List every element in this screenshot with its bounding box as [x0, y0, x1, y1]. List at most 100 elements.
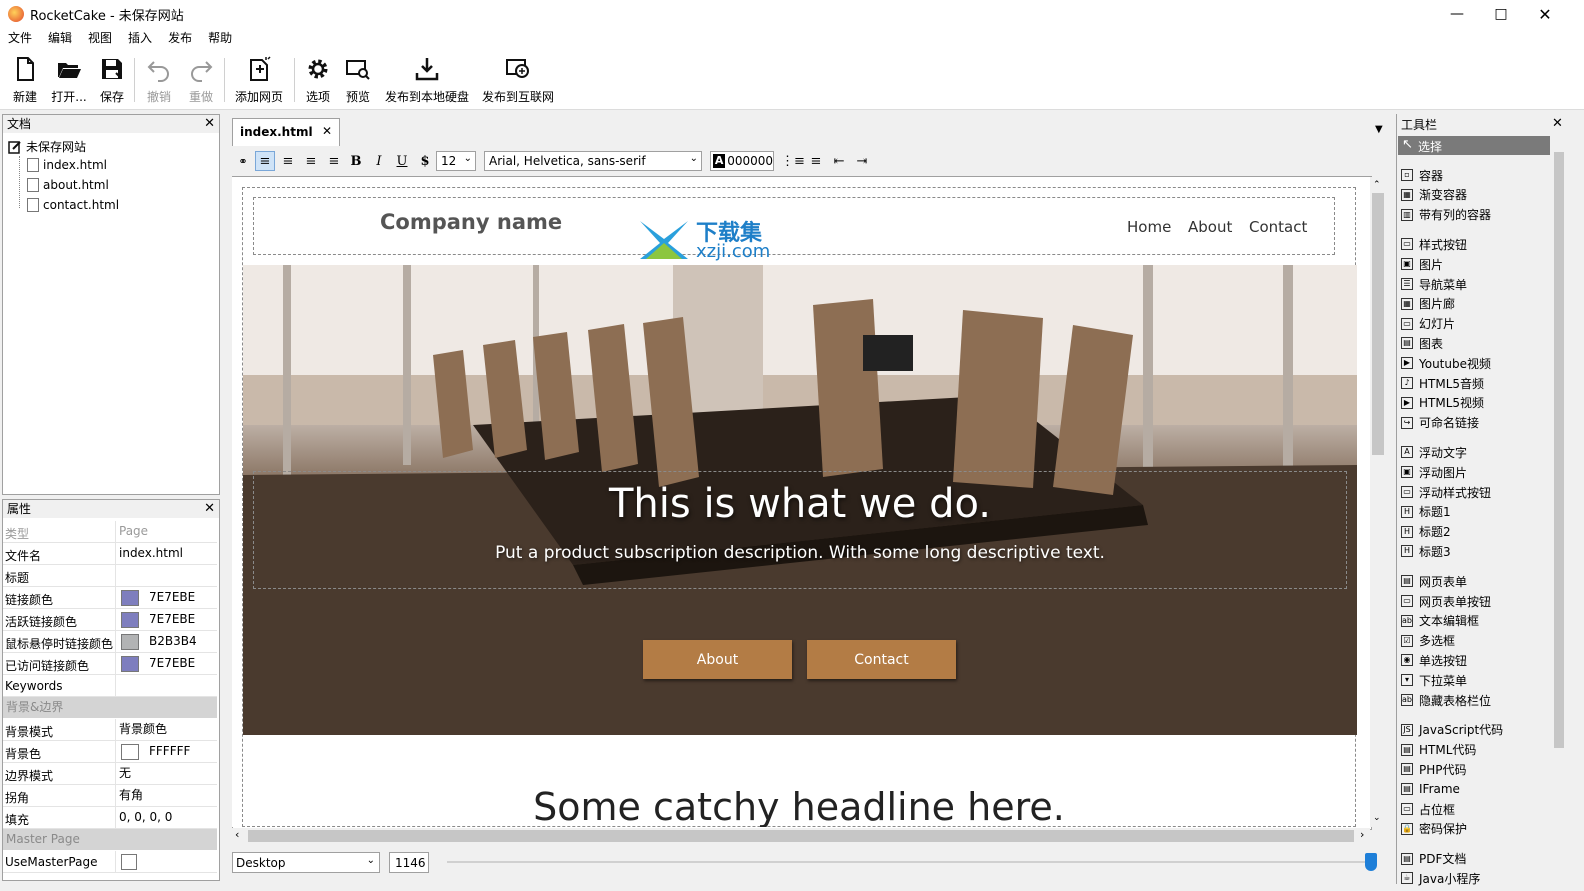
scroll-down-icon[interactable]: ⌄ [1373, 813, 1381, 823]
bullet-list-icon[interactable]: ⋮≡ [781, 151, 805, 171]
scroll-left-icon[interactable]: ‹ [235, 828, 239, 841]
close-icon[interactable]: ✕ [1522, 0, 1568, 28]
property-row[interactable]: 类型 Page [3, 521, 217, 543]
company-name[interactable]: Company name [380, 210, 562, 234]
horizontal-scrollbar[interactable]: ‹ › [232, 828, 1370, 844]
property-row[interactable]: 活跃链接颜色 7E7EBE [3, 609, 217, 631]
hero-section[interactable]: This is what we do. Put a product subscr… [243, 265, 1357, 735]
property-row[interactable]: 背景色 FFFFFF [3, 741, 217, 763]
property-value[interactable]: 0, 0, 0, 0 [115, 807, 217, 828]
scroll-right-icon[interactable]: › [1360, 828, 1364, 841]
add-page-button[interactable]: 添加网页 [234, 54, 284, 106]
menu-view[interactable]: 视图 [80, 28, 120, 48]
scroll-up-icon[interactable]: ⌃ [1373, 180, 1381, 190]
close-icon[interactable]: ✕ [204, 115, 215, 133]
property-row[interactable]: 填充 0, 0, 0, 0 [3, 807, 217, 829]
width-slider-thumb[interactable] [1365, 853, 1377, 871]
font-family-select[interactable]: Arial, Helvetica, sans-serif ⌄ [484, 151, 702, 171]
toolbox-item[interactable]: ▤ IFrame [1401, 780, 1460, 798]
width-field[interactable]: 1146 [389, 852, 429, 873]
toolbox-item[interactable]: ▾ 下拉菜单 [1401, 671, 1467, 689]
underline-icon[interactable]: U [392, 151, 412, 171]
toolbox-item[interactable]: ▦ 图片廊 [1401, 295, 1455, 313]
hero-subtitle[interactable]: Put a product subscription description. … [243, 543, 1357, 563]
close-icon[interactable]: ✕ [204, 500, 215, 518]
font-size-select[interactable]: 12 ⌄ [436, 151, 476, 171]
toolbox-item[interactable]: ▭ 网页表单按钮 [1401, 592, 1491, 610]
tree-file-about[interactable]: about.html [27, 178, 109, 192]
bold-icon[interactable]: B [346, 151, 366, 171]
align-left-icon[interactable]: ≡ [255, 151, 275, 171]
property-value[interactable] [115, 675, 217, 696]
toolbox-item[interactable]: ▣ 图片 [1401, 255, 1443, 273]
toolbox-item[interactable]: ▣ 浮动图片 [1401, 463, 1467, 481]
color-swatch[interactable] [121, 589, 139, 606]
checkbox-icon[interactable] [121, 853, 137, 870]
redo-button[interactable]: 重做 [186, 54, 216, 106]
color-swatch[interactable] [121, 743, 139, 760]
toolbox-item[interactable]: ▭ 占位框 [1401, 800, 1455, 818]
property-value[interactable]: Page [115, 521, 217, 542]
design-canvas[interactable]: Company name Home About Contact 下载集 xzji… [232, 177, 1370, 827]
toolbox-select-item[interactable]: ↖ 选择 [1398, 136, 1550, 155]
toolbox-item[interactable]: H 标题1 [1401, 503, 1451, 521]
width-slider-track[interactable] [447, 861, 1365, 863]
hero-title[interactable]: This is what we do. [243, 481, 1357, 527]
toolbox-item[interactable]: ♪ HTML5音频 [1401, 374, 1484, 392]
property-row[interactable]: 文件名 index.html [3, 543, 217, 565]
tree-file-contact[interactable]: contact.html [27, 198, 119, 212]
section-headline[interactable]: Some catchy headline here. [232, 785, 1366, 827]
toolbox-item[interactable]: ▫ 容器 [1401, 166, 1443, 184]
toolbox-item[interactable]: H 标题3 [1401, 542, 1451, 560]
color-swatch[interactable] [121, 633, 139, 650]
scrollbar-thumb[interactable] [248, 830, 1354, 842]
toolbox-item[interactable]: ▭ 浮动样式按钮 [1401, 483, 1491, 501]
property-value[interactable]: 7E7EBE [115, 609, 217, 630]
color-swatch[interactable] [121, 655, 139, 672]
property-value[interactable]: 有角 [115, 785, 217, 806]
tree-file-index[interactable]: index.html [27, 158, 107, 172]
menu-publish[interactable]: 发布 [160, 28, 200, 48]
toolbox-item[interactable]: ab 文本编辑框 [1401, 612, 1479, 630]
property-row[interactable]: Keywords [3, 675, 217, 697]
outdent-icon[interactable]: ⇤ [829, 151, 849, 171]
toolbox-item[interactable]: ab 隐藏表格栏位 [1401, 691, 1491, 709]
align-justify-icon[interactable]: ≡ [324, 151, 344, 171]
device-select[interactable]: Desktop ⌄ [232, 852, 380, 873]
text-color-field[interactable]: A 000000 [710, 151, 774, 171]
new-button[interactable]: 新建 [10, 54, 40, 106]
toolbox-item[interactable]: ☰ 导航菜单 [1401, 275, 1467, 293]
scrollbar-thumb[interactable] [1554, 152, 1564, 748]
minimize-icon[interactable]: — [1434, 0, 1480, 28]
use-master-page-checkbox[interactable] [115, 851, 217, 872]
toolbox-item[interactable]: ↪ 可命名链接 [1401, 414, 1479, 432]
toolbox-item[interactable]: ▭ 幻灯片 [1401, 315, 1455, 333]
toolbox-item[interactable]: ▤ PHP代码 [1401, 760, 1467, 778]
property-value[interactable]: 7E7EBE [115, 587, 217, 608]
menu-help[interactable]: 帮助 [200, 28, 240, 48]
header-container[interactable]: Company name Home About Contact [253, 197, 1335, 255]
property-row[interactable]: 拐角 有角 [3, 785, 217, 807]
property-value[interactable]: 无 [115, 763, 217, 784]
menu-edit[interactable]: 编辑 [40, 28, 80, 48]
nav-contact[interactable]: Contact [1249, 218, 1307, 236]
toolbox-item[interactable]: ▥ 带有列的容器 [1401, 206, 1491, 224]
toolbox-item[interactable]: ▦ 渐变容器 [1401, 186, 1467, 204]
property-row[interactable]: 已访问链接颜色 7E7EBE [3, 653, 217, 675]
tab-close-icon[interactable]: ✕ [322, 124, 332, 138]
tab-dropdown-icon[interactable]: ▼ [1375, 124, 1383, 135]
align-center-icon[interactable]: ≡ [278, 151, 298, 171]
toolbox-item[interactable]: ▤ 网页表单 [1401, 572, 1467, 590]
property-row[interactable]: 背景模式 背景颜色 [3, 719, 217, 741]
save-button[interactable]: 保存 [98, 54, 126, 106]
property-value[interactable]: B2B3B4 [115, 631, 217, 652]
color-swatch[interactable] [121, 611, 139, 628]
nav-home[interactable]: Home [1127, 218, 1171, 236]
toolbox-item[interactable]: ◉ 单选按钮 [1401, 651, 1467, 669]
indent-icon[interactable]: ⇥ [852, 151, 872, 171]
hero-about-button[interactable]: About [643, 640, 792, 679]
publish-web-button[interactable]: 发布到互联网 [481, 54, 555, 106]
toolbox-item[interactable]: 🔒 密码保护 [1401, 820, 1467, 838]
menu-insert[interactable]: 插入 [120, 28, 160, 48]
property-row[interactable]: 标题 [3, 565, 217, 587]
